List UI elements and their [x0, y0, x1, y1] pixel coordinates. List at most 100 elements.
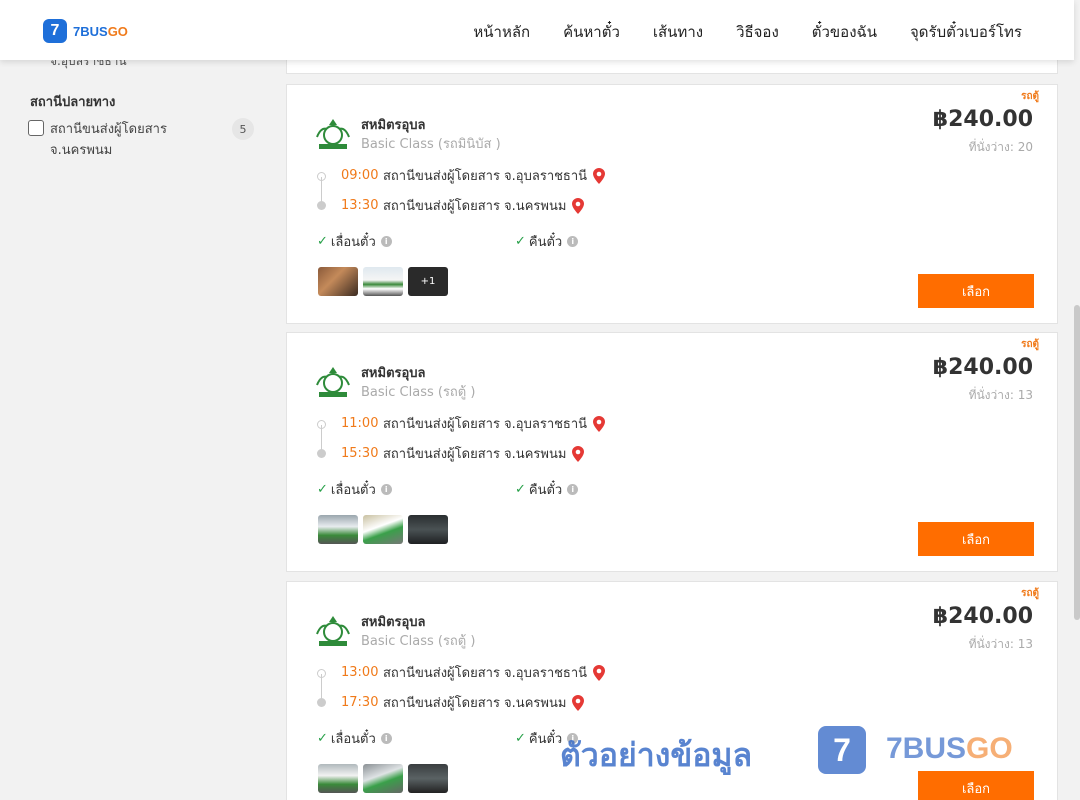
arrive-stop: 15:30 สถานีขนส่งผู้โดยสาร จ.นครพนม: [341, 443, 585, 464]
trip-card: รถตู้ สหมิตรอุบล Basic Class (รถตู้ ) ฿2…: [286, 581, 1058, 800]
logo-text: 7BUSGO: [73, 23, 128, 39]
trip-card: รถตู้ สหมิตรอุบล Basic Class (รถตู้ ) ฿2…: [286, 332, 1058, 572]
ticket-price: ฿240.00: [932, 604, 1033, 629]
depart-stop: 11:00 สถานีขนส่งผู้โดยสาร จ.อุบลราชธานี: [341, 413, 606, 434]
vehicle-type-badge: รถตู้: [1021, 91, 1039, 102]
filter-count-badge: 5: [232, 118, 254, 140]
check-icon: ✓: [317, 234, 328, 249]
bus-photo-thumbnail[interactable]: [318, 764, 358, 793]
map-pin-icon[interactable]: [593, 415, 606, 432]
map-pin-icon[interactable]: [572, 445, 585, 462]
check-icon: ✓: [317, 731, 328, 746]
ticket-price: ฿240.00: [932, 107, 1033, 132]
depart-stop: 09:00 สถานีขนส่งผู้โดยสาร จ.อุบลราชธานี: [341, 165, 606, 186]
destination-filter-title: สถานีปลายทาง: [30, 95, 116, 110]
check-icon: ✓: [515, 482, 526, 497]
arrive-dot: [317, 201, 326, 210]
seats-available: ที่นั่งว่าง: 20: [968, 140, 1033, 154]
arrive-time: 17:30: [341, 695, 379, 710]
filter-sidebar: จ.อุบลราชธานี สถานีปลายทาง สถานีขนส่งผู้…: [0, 0, 280, 800]
depart-time: 11:00: [341, 416, 379, 431]
feature-label: เลื่อนตั๋ว: [330, 235, 376, 250]
logo-badge-icon: 7: [43, 19, 67, 43]
ticket-price: ฿240.00: [932, 355, 1033, 380]
select-trip-button[interactable]: เลือก: [918, 274, 1034, 308]
select-trip-button[interactable]: เลือก: [918, 771, 1034, 800]
info-icon[interactable]: i: [567, 236, 579, 247]
trip-card: รถตู้ สหมิตรอุบล Basic Class (รถมินิบัส …: [286, 84, 1058, 324]
photo-gallery: [318, 515, 448, 544]
bus-photo-thumbnail[interactable]: [318, 515, 358, 544]
scrollbar-thumb[interactable]: [1074, 305, 1080, 620]
nav-home[interactable]: หน้าหลัก: [473, 20, 530, 44]
check-icon: ✓: [317, 482, 328, 497]
seats-available: ที่นั่งว่าง: 13: [968, 637, 1033, 651]
checkbox-icon[interactable]: [28, 120, 44, 136]
arrive-stop: 13:30 สถานีขนส่งผู้โดยสาร จ.นครพนม: [341, 195, 585, 216]
info-icon[interactable]: i: [380, 733, 392, 744]
map-pin-icon[interactable]: [572, 694, 585, 711]
arrive-time: 15:30: [341, 446, 379, 461]
map-pin-icon[interactable]: [593, 664, 606, 681]
bus-photo-thumbnail[interactable]: [408, 764, 448, 793]
depart-station: สถานีขนส่งผู้โดยสาร จ.อุบลราชธานี: [383, 666, 588, 681]
feature-refund: ✓ คืนตั๋ว i: [515, 231, 579, 252]
bus-photo-thumbnail[interactable]: [363, 515, 403, 544]
nav-pickup-points[interactable]: จุดรับตั๋วเบอร์โทร: [910, 20, 1022, 44]
destination-filter-option[interactable]: สถานีขนส่งผู้โดยสาร จ.นครพนม 5: [28, 118, 258, 161]
operator-name: สหมิตรอุบล: [361, 118, 426, 133]
map-pin-icon[interactable]: [593, 167, 606, 184]
feature-label: เลื่อนตั๋ว: [330, 732, 376, 747]
feature-refund: ✓ คืนตั๋ว i: [515, 728, 579, 749]
feature-label: คืนตั๋ว: [528, 235, 563, 250]
depart-station: สถานีขนส่งผู้โดยสาร จ.อุบลราชธานี: [383, 417, 588, 432]
arrive-stop: 17:30 สถานีขนส่งผู้โดยสาร จ.นครพนม: [341, 692, 585, 713]
filter-option-label[interactable]: สถานีขนส่งผู้โดยสาร จ.นครพนม: [50, 119, 185, 161]
arrive-station: สถานีขนส่งผู้โดยสาร จ.นครพนม: [383, 447, 567, 462]
operator-logo: [316, 119, 350, 149]
bus-photo-thumbnail[interactable]: [363, 764, 403, 793]
info-icon[interactable]: i: [380, 484, 392, 495]
info-icon[interactable]: i: [380, 236, 392, 247]
info-icon[interactable]: i: [567, 484, 579, 495]
check-icon: ✓: [515, 234, 526, 249]
nav-search-ticket[interactable]: ค้นหาตั๋ว: [563, 20, 620, 44]
top-header: 7 7BUSGO หน้าหลัก ค้นหาตั๋ว เส้นทาง วิธี…: [0, 0, 1074, 60]
photo-gallery: +1: [318, 267, 448, 296]
feature-label: คืนตั๋ว: [528, 732, 563, 747]
select-trip-button[interactable]: เลือก: [918, 522, 1034, 556]
depart-time: 13:00: [341, 665, 379, 680]
service-class: Basic Class (รถตู้ ): [361, 385, 476, 400]
depart-station: สถานีขนส่งผู้โดยสาร จ.อุบลราชธานี: [383, 169, 588, 184]
more-photos-button[interactable]: +1: [408, 267, 448, 296]
vehicle-type-badge: รถตู้: [1021, 339, 1039, 350]
bus-photo-thumbnail[interactable]: [408, 515, 448, 544]
seats-available: ที่นั่งว่าง: 13: [968, 388, 1033, 402]
info-icon[interactable]: i: [567, 733, 579, 744]
nav-my-tickets[interactable]: ตั๋วของฉัน: [812, 20, 877, 44]
vehicle-type-badge: รถตู้: [1021, 588, 1039, 599]
feature-reschedule: ✓ เลื่อนตั๋ว i: [317, 479, 392, 500]
operator-name: สหมิตรอุบล: [361, 615, 426, 630]
nav-routes[interactable]: เส้นทาง: [653, 20, 703, 44]
depart-time: 09:00: [341, 168, 379, 183]
bus-photo-thumbnail[interactable]: [363, 267, 403, 296]
operator-name: สหมิตรอุบล: [361, 366, 426, 381]
arrive-dot: [317, 449, 326, 458]
feature-reschedule: ✓ เลื่อนตั๋ว i: [317, 728, 392, 749]
depart-stop: 13:00 สถานีขนส่งผู้โดยสาร จ.อุบลราชธานี: [341, 662, 606, 683]
arrive-station: สถานีขนส่งผู้โดยสาร จ.นครพนม: [383, 199, 567, 214]
nav-how-to-book[interactable]: วิธีจอง: [736, 20, 779, 44]
map-pin-icon[interactable]: [572, 197, 585, 214]
check-icon: ✓: [515, 731, 526, 746]
feature-refund: ✓ คืนตั๋ว i: [515, 479, 579, 500]
bus-photo-thumbnail[interactable]: [318, 267, 358, 296]
service-class: Basic Class (รถมินิบัส ): [361, 137, 501, 152]
site-logo[interactable]: 7 7BUSGO: [43, 19, 128, 43]
arrive-station: สถานีขนส่งผู้โดยสาร จ.นครพนม: [383, 696, 567, 711]
feature-label: คืนตั๋ว: [528, 483, 563, 498]
previous-result-card: [286, 58, 1058, 74]
feature-reschedule: ✓ เลื่อนตั๋ว i: [317, 231, 392, 252]
main-nav: หน้าหลัก ค้นหาตั๋ว เส้นทาง วิธีจอง ตั๋วข…: [473, 20, 1022, 44]
feature-label: เลื่อนตั๋ว: [330, 483, 376, 498]
